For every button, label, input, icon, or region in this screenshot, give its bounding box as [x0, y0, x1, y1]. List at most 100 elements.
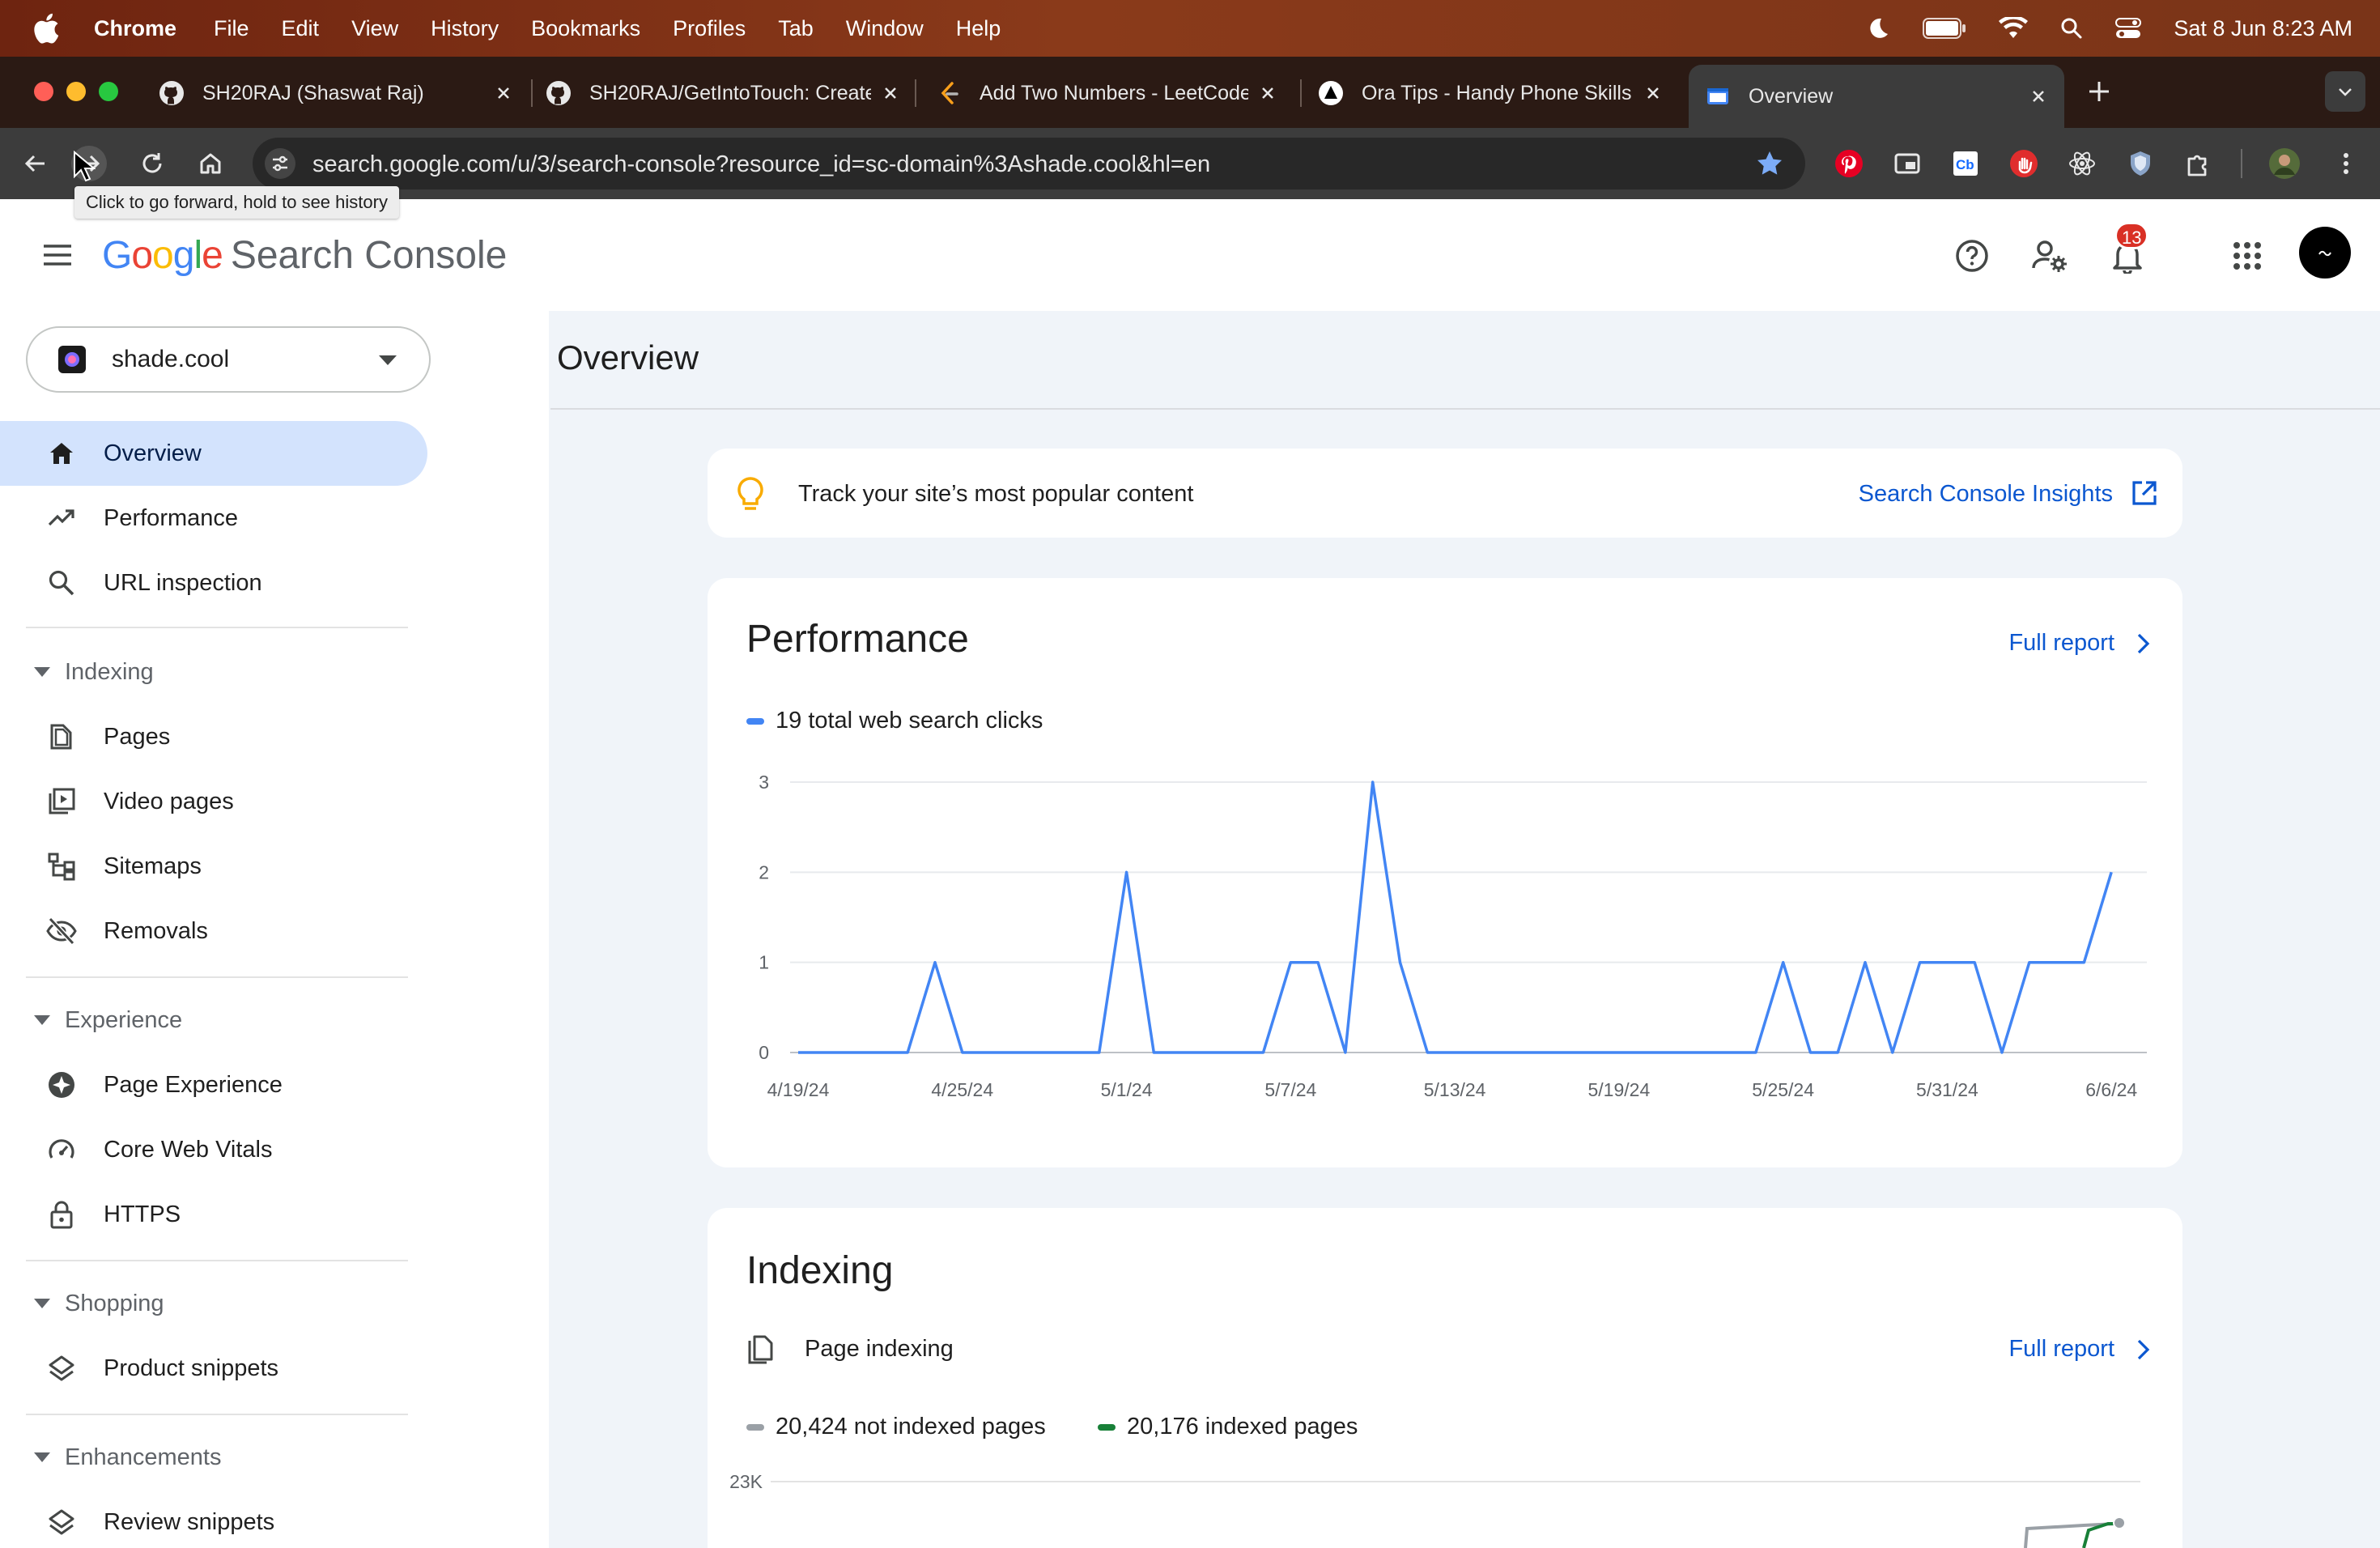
sidebar-item-label: URL inspection	[104, 569, 262, 596]
chrome-menu-icon[interactable]	[2328, 146, 2364, 181]
sidebar-item-removals[interactable]: Removals	[0, 899, 427, 963]
collapse-arrow-icon	[34, 1452, 50, 1462]
sidebar-item-page-experience[interactable]: Page Experience	[0, 1053, 427, 1117]
menu-profiles[interactable]: Profiles	[673, 16, 746, 41]
sidebar-section-label: Enhancements	[65, 1444, 222, 1470]
indexing-y-tick-label: 23K	[729, 1471, 763, 1492]
battery-icon[interactable]	[1923, 18, 1966, 39]
new-tab-icon[interactable]	[2085, 78, 2113, 105]
menu-history[interactable]: History	[431, 16, 499, 41]
collapse-arrow-icon	[34, 667, 50, 677]
apps-grid-icon	[2233, 242, 2261, 270]
back-button[interactable]	[18, 146, 53, 181]
property-selector[interactable]: shade.cool	[26, 326, 431, 393]
address-bar[interactable]: search.google.com/u/3/search-console?res…	[253, 138, 1805, 189]
tab-search-button[interactable]	[2325, 71, 2365, 112]
sidebar-item-overview[interactable]: Overview	[0, 421, 427, 486]
menu-edit[interactable]: Edit	[282, 16, 320, 41]
google-apps-button[interactable]	[2223, 232, 2272, 280]
trending-up-icon	[44, 500, 79, 536]
menu-help[interactable]: Help	[956, 16, 1001, 41]
apple-logo-icon[interactable]	[32, 12, 60, 45]
menu-file[interactable]: File	[214, 16, 249, 41]
search-console-insights-link[interactable]: Search Console Insights	[1859, 481, 2113, 508]
sidebar-divider	[26, 1414, 408, 1415]
x-tick-label: 5/19/24	[1588, 1079, 1651, 1100]
tab-title: Overview	[1749, 84, 1834, 108]
shield-extension-icon[interactable]	[2123, 146, 2158, 181]
page-experience-icon	[44, 1067, 79, 1103]
react-devtools-extension-icon[interactable]	[2064, 146, 2100, 181]
stop-hand-extension-icon[interactable]	[2006, 146, 2042, 181]
tab-close-icon[interactable]	[1256, 82, 1279, 104]
home-button[interactable]	[193, 146, 228, 181]
profile-avatar[interactable]	[2267, 146, 2302, 181]
settings-user-button[interactable]	[2025, 232, 2074, 280]
search-console-icon	[1707, 88, 1728, 104]
tab-close-icon[interactable]	[492, 82, 515, 104]
y-tick-label: 3	[759, 772, 769, 793]
indexed-legend: 20,176 indexed pages	[1098, 1414, 1358, 1440]
window-minimize-button[interactable]	[66, 82, 86, 101]
search-console-logo[interactable]: Google Search Console	[102, 233, 507, 278]
tab-close-icon[interactable]	[2027, 85, 2050, 108]
sidebar-section-enhancements[interactable]: Enhancements	[0, 1433, 427, 1482]
help-circle-icon	[1956, 240, 1988, 272]
window-close-button[interactable]	[34, 82, 53, 101]
pinterest-extension-icon[interactable]	[1831, 146, 1867, 181]
bookmark-star-icon[interactable]	[1755, 149, 1784, 178]
url-text[interactable]: search.google.com/u/3/search-console?res…	[312, 151, 1210, 178]
sidebar-section-experience[interactable]: Experience	[0, 996, 427, 1044]
browser-tab[interactable]: SH20RAJ (Shaswat Raj)	[159, 66, 515, 120]
performance-full-report-link[interactable]: Full report	[2008, 630, 2114, 657]
sidebar-item-performance[interactable]: Performance	[0, 486, 427, 551]
menu-app-name[interactable]: Chrome	[94, 16, 176, 41]
sidebar-section-indexing[interactable]: Indexing	[0, 648, 427, 696]
tab-close-icon[interactable]	[1642, 82, 1664, 104]
help-button[interactable]	[1948, 232, 1996, 280]
sidebar-item-product-snippets[interactable]: Product snippets	[0, 1336, 427, 1401]
browser-tab[interactable]: SH20RAJ/GetIntoTouch: Create	[546, 66, 902, 120]
control-center-icon[interactable]	[2115, 17, 2142, 40]
tab-close-icon[interactable]	[879, 82, 902, 104]
search-icon	[44, 565, 79, 601]
dropdown-arrow-icon	[379, 355, 397, 365]
window-zoom-button[interactable]	[99, 82, 118, 101]
browser-tab[interactable]: Add Two Numbers - LeetCode	[936, 66, 1279, 120]
chevron-down-icon	[2339, 88, 2352, 96]
extensions-puzzle-icon[interactable]	[2181, 146, 2216, 181]
indexing-full-report-link[interactable]: Full report	[2008, 1336, 2114, 1363]
moon-icon[interactable]	[1866, 16, 1890, 40]
chevron-right-icon[interactable]	[2132, 1337, 2153, 1362]
sidebar-item-sitemaps[interactable]: Sitemaps	[0, 834, 427, 899]
sidebar-item-pages[interactable]: Pages	[0, 704, 427, 769]
sidebar-item-video-pages[interactable]: Video pages	[0, 769, 427, 834]
lightbulb-icon	[737, 477, 763, 510]
browser-tab-active[interactable]: Overview	[1689, 65, 2064, 128]
spotlight-search-icon[interactable]	[2060, 17, 2083, 40]
crunchbase-extension-icon[interactable]: Cb	[1948, 146, 1983, 181]
sidebar-item-https[interactable]: HTTPS	[0, 1182, 427, 1247]
menu-bookmarks[interactable]: Bookmarks	[531, 16, 640, 41]
legend-label: 20,424 not indexed pages	[776, 1414, 1046, 1440]
menu-tab[interactable]: Tab	[778, 16, 814, 41]
site-info-icon[interactable]	[264, 147, 296, 180]
sidebar-item-core-web-vitals[interactable]: Core Web Vitals	[0, 1117, 427, 1182]
hamburger-menu-icon[interactable]	[40, 238, 74, 272]
notification-count-badge: 13	[2114, 222, 2149, 249]
chevron-right-icon[interactable]	[2132, 632, 2153, 656]
sidebar-item-review-snippets[interactable]: Review snippets	[0, 1490, 427, 1548]
menubar-clock[interactable]: Sat 8 Jun 8:23 AM	[2174, 16, 2352, 41]
sidebar-section-shopping[interactable]: Shopping	[0, 1279, 427, 1328]
reload-button[interactable]	[134, 146, 170, 181]
wifi-icon[interactable]	[1999, 17, 2029, 40]
sidebar-item-url-inspection[interactable]: URL inspection	[0, 551, 427, 615]
menu-window[interactable]: Window	[846, 16, 924, 41]
account-avatar[interactable]	[2299, 227, 2351, 279]
open-in-new-icon[interactable]	[2131, 479, 2158, 507]
browser-tab[interactable]: Ora Tips - Handy Phone Skills	[1318, 66, 1664, 120]
page-indexing-label: Page indexing	[805, 1336, 954, 1362]
x-tick-label: 4/19/24	[767, 1079, 830, 1100]
picture-in-picture-extension-icon[interactable]	[1889, 146, 1925, 181]
menu-view[interactable]: View	[351, 16, 398, 41]
